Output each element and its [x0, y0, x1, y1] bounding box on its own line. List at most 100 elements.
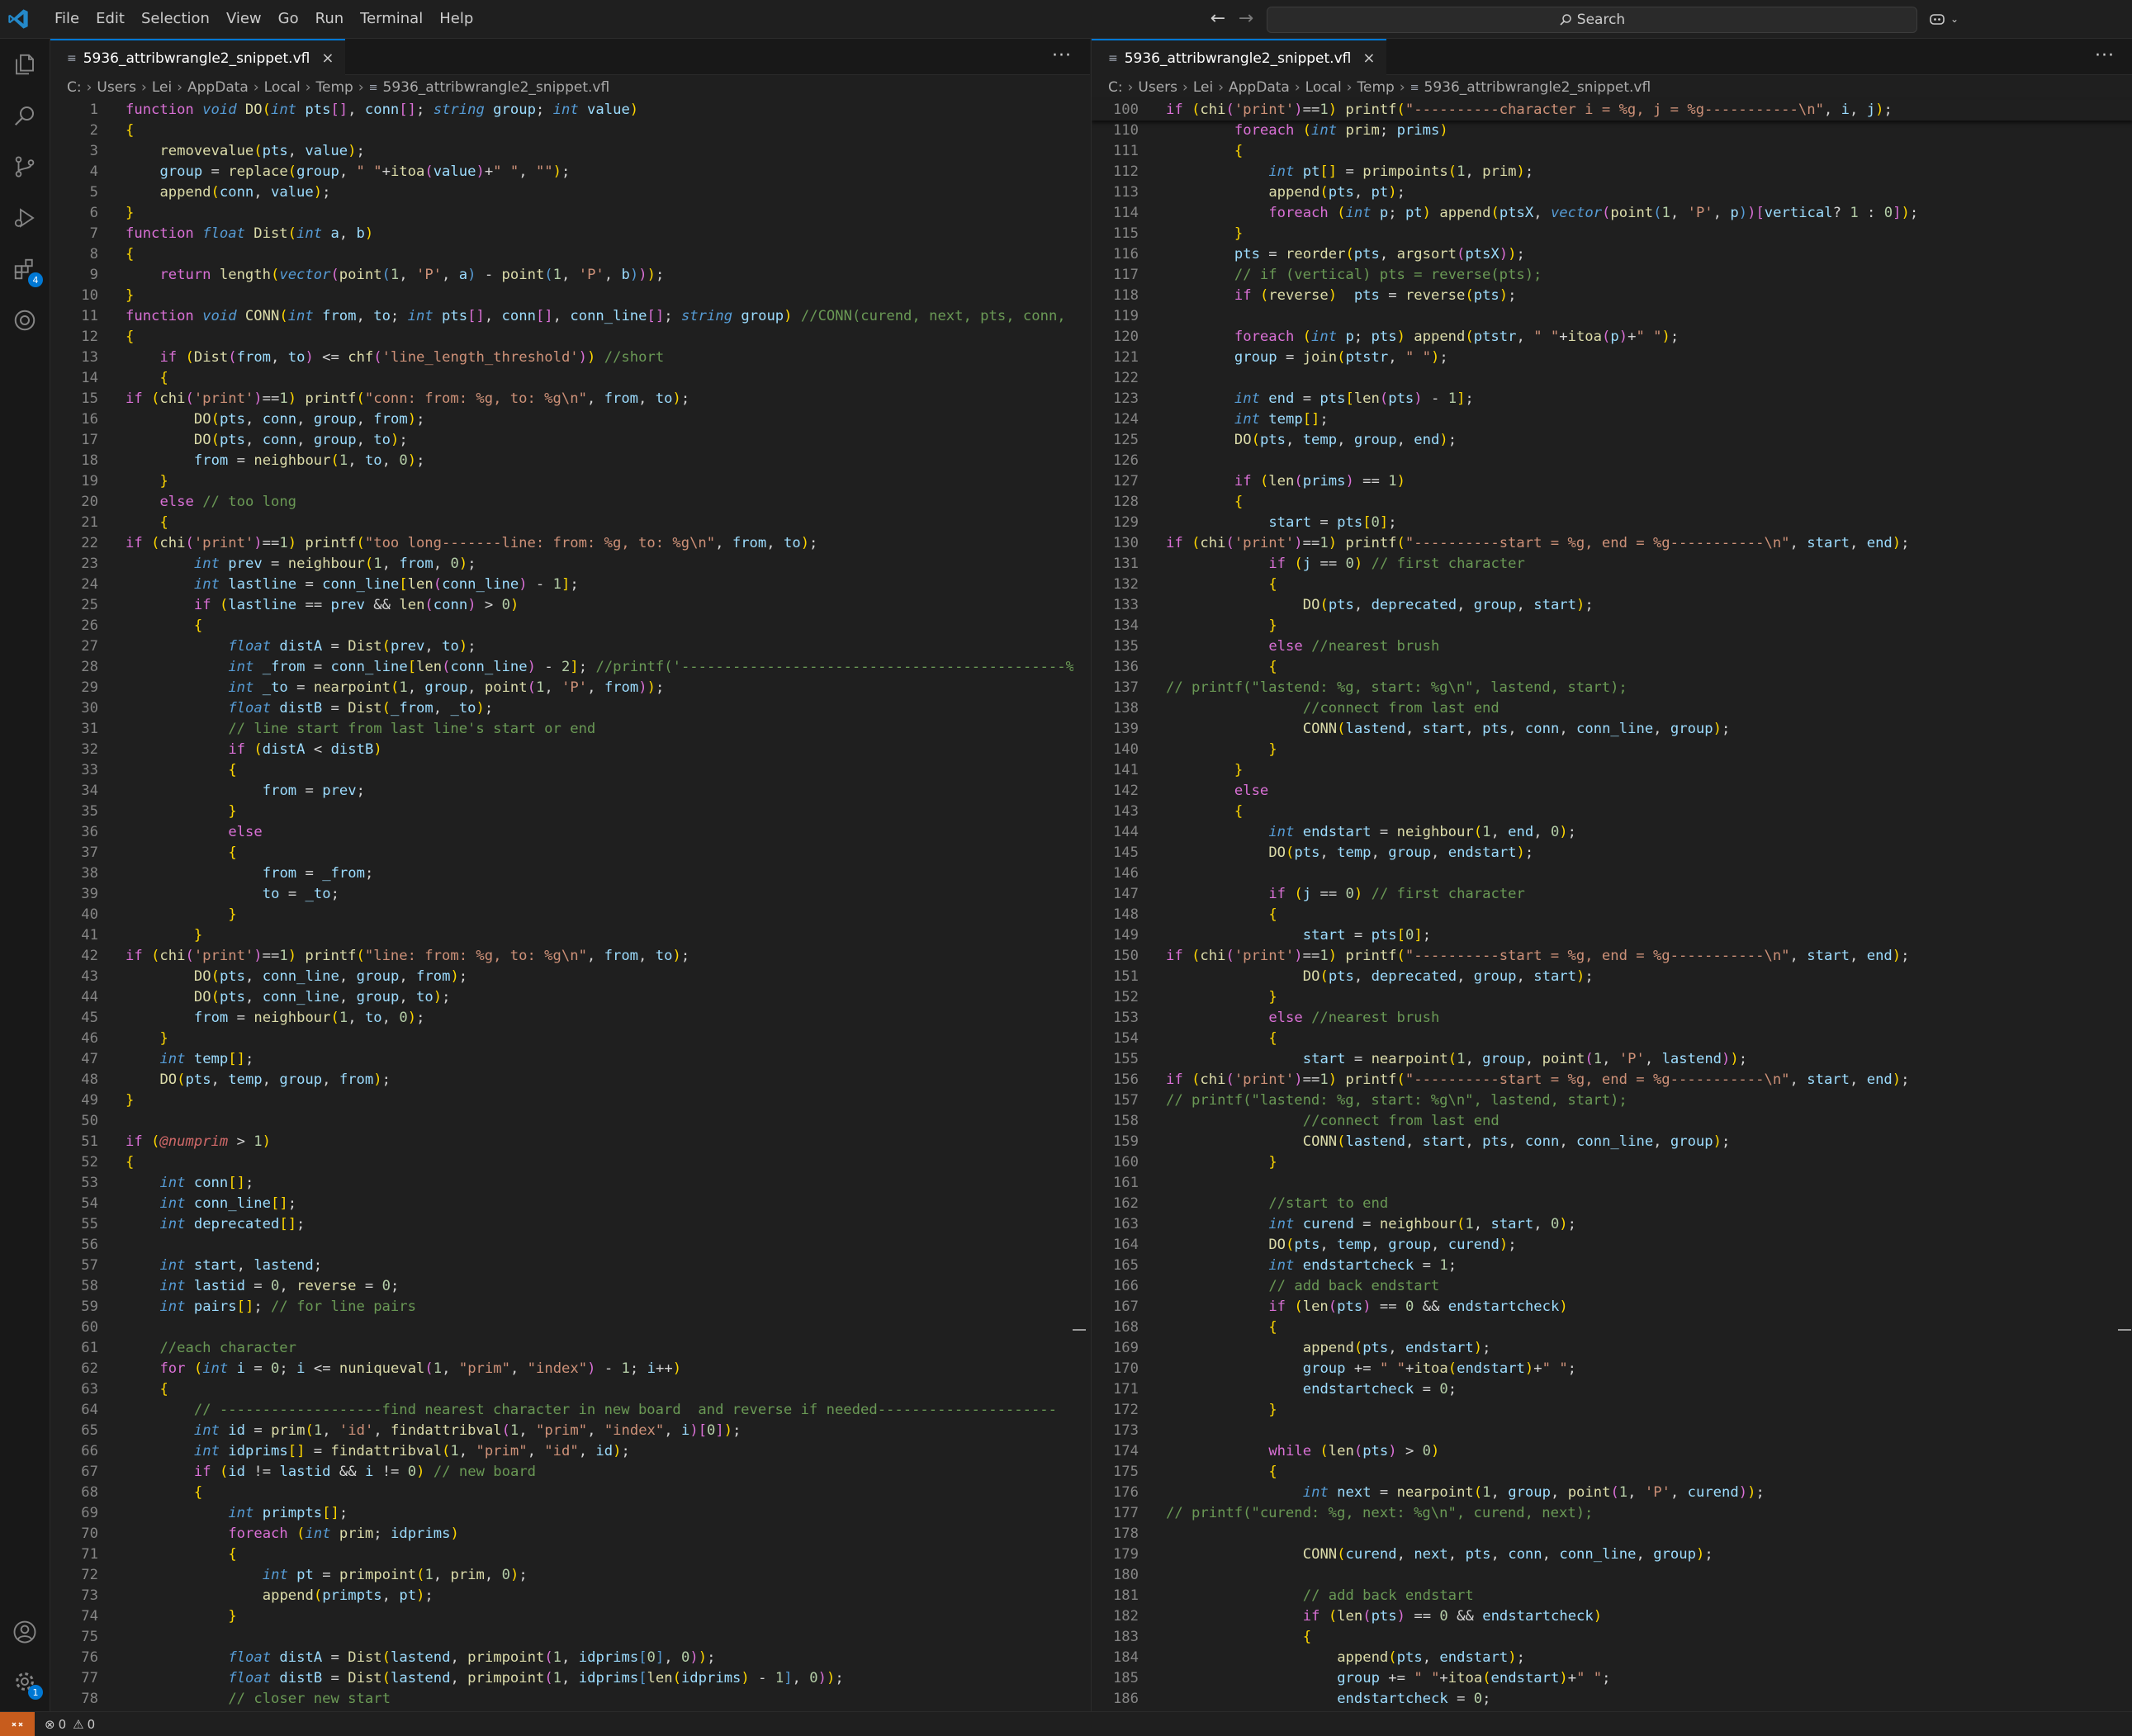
code-line[interactable]: } [126, 925, 1073, 946]
code-line[interactable]: if (chi('print')==1) printf("----------s… [1166, 946, 2116, 967]
code-line[interactable]: int temp[]; [126, 1049, 1073, 1070]
code-line[interactable]: for (int i = 0; i <= nuniqueval(1, "prim… [126, 1359, 1073, 1379]
code-line[interactable]: } [1166, 1152, 2116, 1173]
code-line[interactable]: { [1166, 492, 2116, 513]
code-editor[interactable]: 1 2 3 4 5 6 7 8 9 10 11 12 13 14 15 16 17 18 19 20 21 22 23 24 2… [50, 100, 1090, 1711]
code-line[interactable]: { [1166, 141, 2116, 162]
code-line[interactable] [1166, 1173, 2116, 1194]
code-line[interactable] [1166, 863, 2116, 884]
source-control-icon[interactable] [8, 150, 41, 183]
code-line[interactable]: int next = nearpoint(1, group, point(1, … [1166, 1483, 2116, 1503]
code-line[interactable]: else // too long [126, 492, 1073, 513]
code-line[interactable]: if (len(prims) == 1) [1166, 471, 2116, 492]
code-line[interactable]: int _from = conn_line[len(conn_line) - 2… [126, 657, 1073, 678]
code-line[interactable]: int deprecated[]; [126, 1214, 1073, 1235]
scrollbar-marker[interactable] [1073, 1329, 1086, 1331]
breadcrumb-item[interactable]: Lei [1193, 79, 1213, 96]
back-arrow-icon[interactable]: ← [1204, 7, 1232, 31]
code-line[interactable]: return length(vector(point(1, 'P', a) - … [126, 265, 1073, 286]
code-line[interactable]: // printf("curend: %g, next: %g\n", cure… [1166, 1503, 2116, 1524]
code-line[interactable]: if (chi('print')==1) printf("----------s… [1166, 533, 2116, 554]
code-line[interactable]: foreach (int p; pts) append(ptstr, " "+i… [1166, 327, 2116, 348]
code-line[interactable]: int start, lastend; [126, 1256, 1073, 1276]
code-line[interactable] [126, 1317, 1073, 1338]
code-line[interactable]: //connect from last end [1166, 1111, 2116, 1132]
code-line[interactable]: DO(pts, conn_line, group, from); [126, 967, 1073, 987]
menu-selection[interactable]: Selection [133, 0, 218, 38]
code-line[interactable]: // line start from last line's start or … [126, 719, 1073, 740]
code-line[interactable]: if (j == 0) // first character [1166, 884, 2116, 905]
code-line[interactable]: int pt = primpoint(1, prim, 0); [126, 1565, 1073, 1586]
code-line[interactable]: if (lastline == prev && len(conn) > 0) [126, 595, 1073, 616]
breadcrumb-item[interactable]: Users [1138, 79, 1177, 96]
code-line[interactable]: DO(pts, deprecated, group, start); [1166, 967, 2116, 987]
breadcrumb-item[interactable]: Temp [316, 79, 353, 96]
code-line[interactable]: { [126, 616, 1073, 636]
code-line[interactable]: // closer new start [126, 1689, 1073, 1710]
code-line[interactable]: { [1166, 1627, 2116, 1648]
code-line[interactable]: DO(pts, temp, group, endstart); [1166, 843, 2116, 863]
code-line[interactable]: { [1166, 802, 2116, 822]
code-line[interactable]: } [1166, 740, 2116, 760]
code-line[interactable]: { [126, 760, 1073, 781]
code-line[interactable]: DO(pts, temp, group, from); [126, 1070, 1073, 1090]
code-line[interactable]: if (chi('print')==1) printf("too long---… [126, 533, 1073, 554]
code-line[interactable]: { [126, 368, 1073, 389]
breadcrumb-item[interactable]: Local [1305, 79, 1342, 96]
code-line[interactable]: int curend = neighbour(1, start, 0); [1166, 1214, 2116, 1235]
code-line[interactable]: } [126, 905, 1073, 925]
code-line[interactable]: int pt[] = primpoints(1, prim); [1166, 162, 2116, 182]
code-line[interactable]: { [126, 121, 1073, 141]
code-line[interactable]: if (chi('print')==1) printf("line: from:… [126, 946, 1073, 967]
code-line[interactable]: group = replace(group, " "+itoa(value)+"… [126, 162, 1073, 182]
sticky-scroll-line[interactable]: 100 if (chi('print')==1) printf("-------… [1092, 100, 2132, 121]
code-line[interactable]: if (distA < distB) [126, 740, 1073, 760]
menu-view[interactable]: View [218, 0, 270, 38]
code-line[interactable]: from = _from; [126, 863, 1073, 884]
code-line[interactable]: if (chi('print')==1) printf("conn: from:… [126, 389, 1073, 409]
code-line[interactable]: function void DO(int pts[], conn[]; stri… [126, 100, 1073, 121]
code-line[interactable]: } [1166, 224, 2116, 244]
code-line[interactable] [1166, 1421, 2116, 1441]
more-actions-icon[interactable]: ··· [1052, 45, 1072, 66]
code-line[interactable]: start = nearpoint(1, group, point(1, 'P'… [1166, 1049, 2116, 1070]
breadcrumb-item[interactable]: Temp [1357, 79, 1395, 96]
code-line[interactable]: { [1166, 1029, 2116, 1049]
code-line[interactable]: if (Dist(from, to) <= chf('line_length_t… [126, 348, 1073, 368]
code-line[interactable]: DO(pts, deprecated, group, start); [1166, 595, 2116, 616]
code-line[interactable]: // printf("lastend: %g, start: %g\n", la… [1166, 1090, 2116, 1111]
code-line[interactable]: group += " "+itoa(endstart)+" "; [1166, 1668, 2116, 1689]
code-line[interactable] [126, 1627, 1073, 1648]
code-line[interactable]: int lastline = conn_line[len(conn_line) … [126, 575, 1073, 595]
run-debug-icon[interactable] [8, 201, 41, 234]
code-line[interactable]: float distB = Dist(lastend, primpoint(1,… [126, 1668, 1073, 1689]
code-line[interactable]: } [126, 1606, 1073, 1627]
menu-help[interactable]: Help [431, 0, 481, 38]
code-line[interactable]: { [126, 1544, 1073, 1565]
code-line[interactable]: else //nearest brush [1166, 636, 2116, 657]
code-line[interactable]: if (chi('print')==1) printf("----------s… [1166, 1070, 2116, 1090]
code-lines[interactable]: function void DO(int pts[], conn[]; stri… [126, 100, 1073, 1710]
code-line[interactable]: group += " "+itoa(endstart)+" "; [1166, 1359, 2116, 1379]
code-line[interactable]: if (@numprim > 1) [126, 1132, 1073, 1152]
code-line[interactable]: CONN(curend, next, pts, conn, conn_line,… [1166, 1544, 2116, 1565]
code-line[interactable]: int endstartcheck = 1; [1166, 1256, 2116, 1276]
code-line[interactable]: append(pts, pt); [1166, 182, 2116, 203]
code-line[interactable]: //each character [126, 1338, 1073, 1359]
code-line[interactable]: } [1166, 987, 2116, 1008]
close-icon[interactable]: × [321, 50, 334, 67]
code-line[interactable]: endstartcheck = 0; [1166, 1689, 2116, 1710]
code-line[interactable]: int primpts[]; [126, 1503, 1073, 1524]
close-icon[interactable]: × [1362, 50, 1375, 67]
code-line[interactable]: { [1166, 575, 2116, 595]
explorer-icon[interactable] [8, 48, 41, 81]
code-line[interactable] [1166, 1524, 2116, 1544]
code-line[interactable] [1166, 451, 2116, 471]
code-line[interactable]: else [1166, 781, 2116, 802]
forward-arrow-icon[interactable]: → [1232, 7, 1260, 31]
search-view-icon[interactable] [8, 99, 41, 132]
code-line[interactable]: { [1166, 1317, 2116, 1338]
code-line[interactable]: int idprims[] = findattribval(1, "prim",… [126, 1441, 1073, 1462]
code-line[interactable]: // add back endstart [1166, 1586, 2116, 1606]
code-line[interactable]: // add back endstart [1166, 1276, 2116, 1297]
